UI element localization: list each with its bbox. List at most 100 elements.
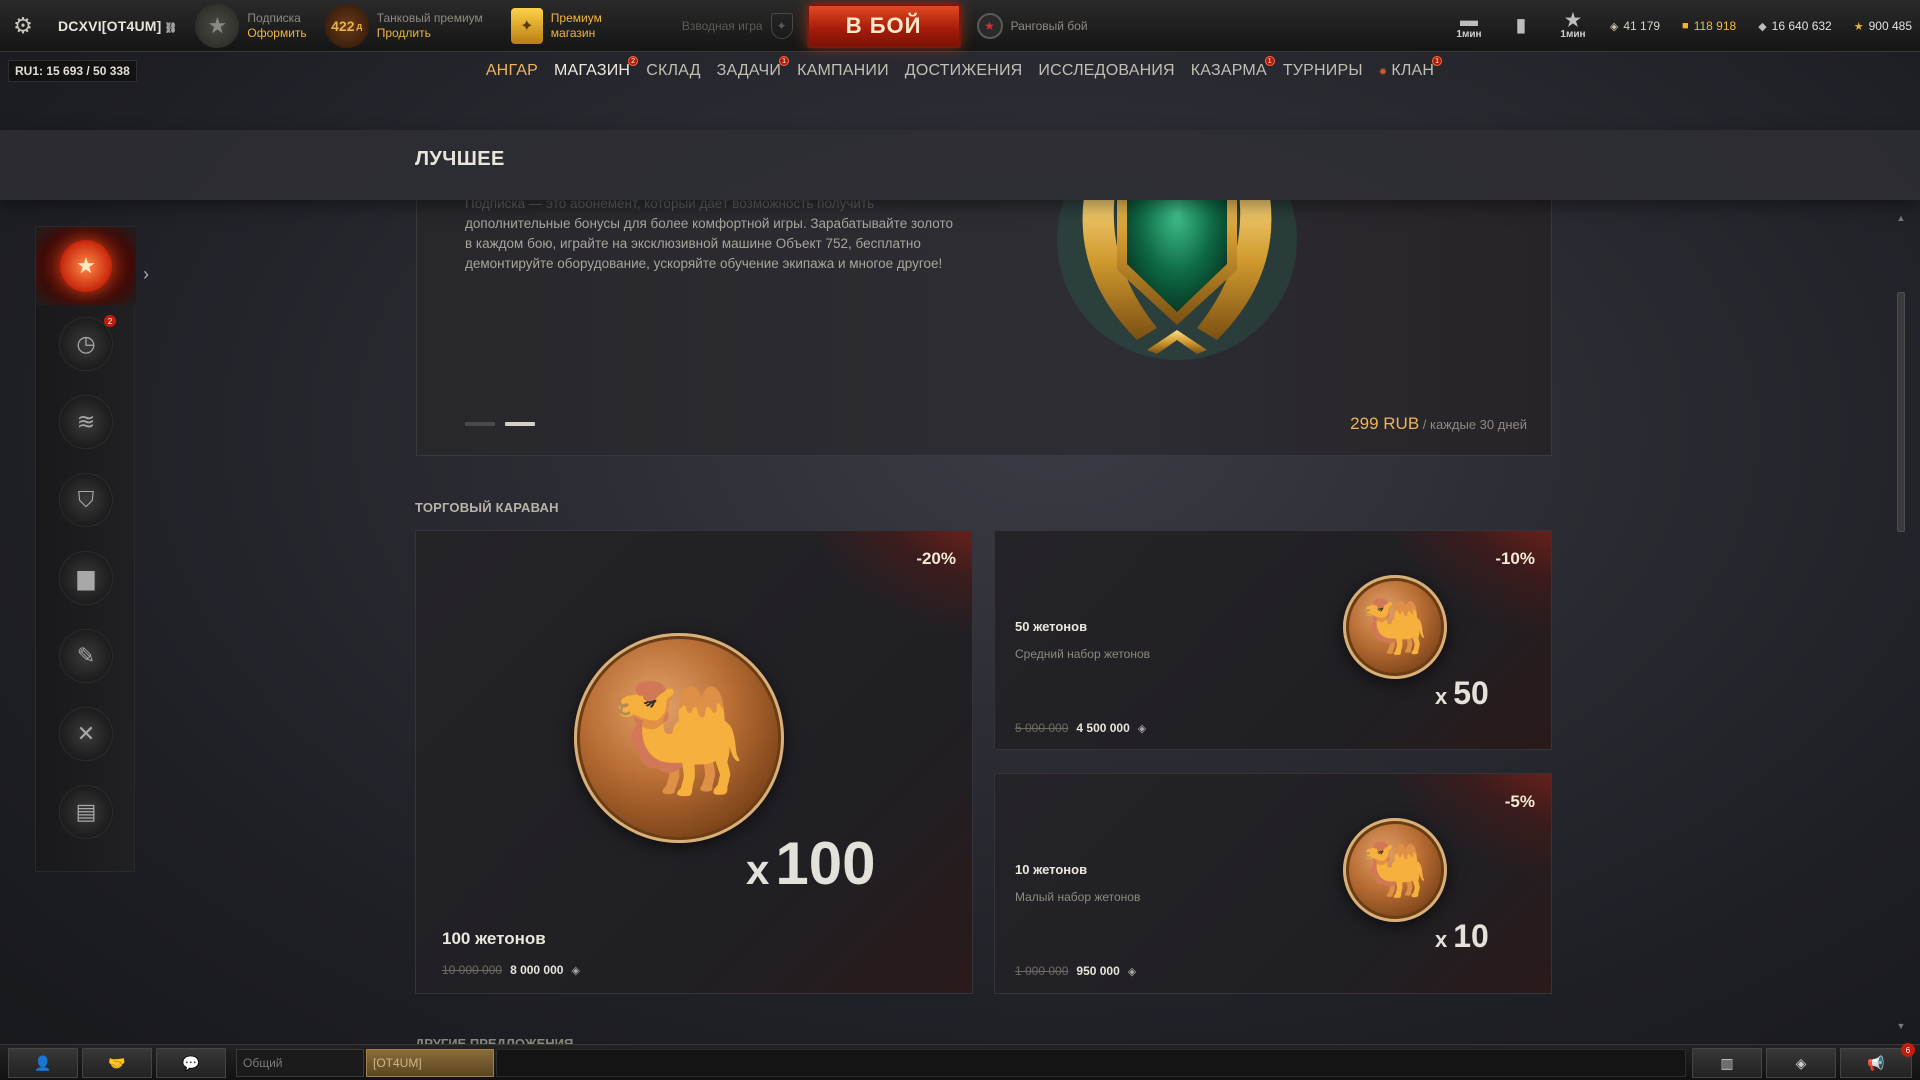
nav-clan[interactable]: ✹ Клан 1 [1371,56,1443,82]
scroll-down-icon[interactable]: ▼ [1895,1020,1907,1032]
bonds-star-icon: ★ [1853,20,1864,33]
nav-depot[interactable]: Склад [638,60,708,82]
coins-icon: ≋ [60,396,112,448]
credits-balance[interactable]: ◈ 41 179 [1610,19,1660,33]
chat-input[interactable] [496,1049,1686,1077]
sidebar-item-limited[interactable]: ◷ 2 [36,305,136,383]
notifications-badge: 6 [1901,1043,1915,1057]
offer-name: 10 жетонов [1015,862,1088,877]
old-price: 10 000 000 [442,963,503,977]
platoon-button[interactable]: Взводная игра ✦ [682,12,793,39]
nav-campaigns[interactable]: Кампании [789,60,897,82]
offer-card-100-tokens[interactable]: -20% 🐫 x 100 100 жетонов 10 000 000 8 000… [415,530,973,994]
tank-icon: ▆ [60,552,112,604]
nav-tournaments[interactable]: Турниры [1275,60,1371,82]
star-icon: ★ [60,240,112,292]
premium-days-unit: д [356,20,363,31]
ranked-battle-button[interactable]: ★ Ранговый бой [976,12,1088,39]
chat-channel-clan[interactable]: [OT4UM] [366,1049,494,1077]
sidebar-item-best[interactable]: ★ [36,227,136,305]
subscription-promo-card[interactable]: Подписка — это абонемент, который даёт в… [416,200,1552,456]
bonds-balance[interactable]: ★ 900 485 [1854,19,1912,33]
chat-channel-general[interactable]: Общий [236,1049,364,1077]
subscription-emblem-icon [1057,200,1297,360]
tank-reserve-icon: ▬ [1460,9,1478,30]
free-xp-value: 16 640 632 [1771,19,1832,33]
battle-results-button[interactable]: ◈ [1766,1048,1836,1078]
notifications-button[interactable]: 📢 6 [1840,1043,1915,1078]
top-bar: ⚙ DCXVI[OT4UM] ⛓ ★ Подписка Оформить 422 д… [0,0,1920,52]
megaphone-icon: 📢 [1867,1054,1885,1071]
qty-value: 50 [1453,675,1489,711]
chat-button[interactable]: 💬 [156,1048,226,1078]
player-name-text[interactable]: DCXVI[OT4UM] [58,18,162,34]
offer-description: Средний набор жетонов [1015,647,1150,661]
nav-research[interactable]: Исследования [1030,60,1182,82]
camel-token-icon: 🐫 [574,633,784,843]
reserve-tank-slot[interactable]: ▬ 1мин [1450,6,1488,44]
promo-dot-2[interactable] [505,422,535,426]
nav-badge: 1 [1432,56,1443,66]
premium-days-badge: 422 д [324,3,369,48]
premium-tank-label: Танковый премиум [376,10,483,25]
premium-tank-block[interactable]: 422 д Танковый премиум Продлить [324,3,483,48]
offer-card-10-tokens[interactable]: -5% 10 жетонов Малый набор жетонов 🐫 x 10… [994,773,1552,994]
promo-dot-1[interactable] [465,422,495,426]
scroll-thumb[interactable] [1897,292,1905,532]
promo-price-period: / каждые 30 дней [1419,417,1527,432]
reserve-time: 1мин [1456,28,1482,40]
brush-icon: ✎ [60,630,112,682]
subscription-block[interactable]: ★ Подписка Оформить [195,3,307,48]
nav-barracks[interactable]: Казарма 1 [1183,56,1275,82]
discount-badge: -20% [916,549,956,568]
currencies: ◈ 41 179 ■ 118 918 ◆ 16 640 632 ★ 900 48… [1610,0,1912,52]
reserve-credits-slot[interactable]: ▮ [1502,6,1540,44]
contacts-button[interactable]: 👤 [8,1048,78,1078]
nav-hangar[interactable]: Ангар [478,60,546,82]
nav-achievements[interactable]: Достижения [897,60,1031,82]
reserves: ▬ 1мин ▮ ★ 1мин [1450,6,1592,44]
clan-icon: ✹ [1378,67,1388,78]
shop-bag-icon: ✦ [510,7,543,44]
settings-gear-icon[interactable]: ⚙ [0,0,46,52]
premium-tank-action[interactable]: Продлить [377,26,483,41]
player-name[interactable]: DCXVI[OT4UM] ⛓ [58,18,177,34]
session-stats-button[interactable]: ▥ [1692,1048,1762,1078]
sidebar-item-currency[interactable]: ≋ [36,383,136,461]
shop-sidebar: ★ ◷ 2 ≋ ⛉ ▆ ✎ ✕ ▤ [35,226,136,872]
caravan-section-title: Торговый караван [415,500,559,515]
premium-shop-block[interactable]: ✦ Премиум магазин [510,7,602,44]
nav-label: Ангар [485,62,538,79]
nav-shop[interactable]: Магазин 2 [546,56,639,82]
ranked-star-icon: ★ [976,12,1003,39]
free-xp-balance[interactable]: ◆ 16 640 632 [1758,19,1832,33]
scroll-up-icon[interactable]: ▲ [1895,212,1907,224]
bottom-bar: 👤 🤝 💬 Общий [OT4UM] ▥ ◈ 📢 6 [0,1043,1920,1080]
promo-text-faded: Подписка — это абонемент, который даёт в… [465,200,875,211]
nav-label: Турниры [1282,62,1363,79]
sidebar-item-customization[interactable]: ✎ [36,617,136,695]
battle-button[interactable]: В БОЙ [806,3,961,48]
qty-multiplier: x [746,846,770,893]
referral-button[interactable]: 🤝 [82,1048,152,1078]
money-icon: ▤ [60,786,112,838]
offer-card-50-tokens[interactable]: -10% 50 жетонов Средний набор жетонов 🐫 … [994,530,1552,750]
sidebar-item-premium[interactable]: ⛉ [36,461,136,539]
sidebar-item-equipment[interactable]: ✕ [36,695,136,773]
credits-icon: ◈ [1137,722,1147,735]
nav-badge: 1 [779,56,790,66]
nav-label: Казарма [1190,62,1267,79]
sidebar-item-credits[interactable]: ▤ [36,773,136,851]
nav-missions[interactable]: Задачи 1 [709,56,790,82]
sidebar-item-vehicles[interactable]: ▆ [36,539,136,617]
bonds-value: 900 485 [1868,19,1912,33]
subscription-action[interactable]: Оформить [247,26,306,41]
gold-balance[interactable]: ■ 118 918 [1682,19,1736,33]
promo-text-body: дополнительные бонусы для более комфортн… [465,216,953,271]
reserve-crew-slot[interactable]: ★ 1мин [1554,6,1592,44]
sidebar-expand-chevron-icon[interactable]: › [143,264,149,285]
scrollbar[interactable]: ▲ ▼ [1895,212,1907,1032]
tools-icon: ✕ [60,708,112,760]
diamond-icon: ◈ [1795,1054,1807,1071]
sidebar-badge: 2 [104,315,116,327]
